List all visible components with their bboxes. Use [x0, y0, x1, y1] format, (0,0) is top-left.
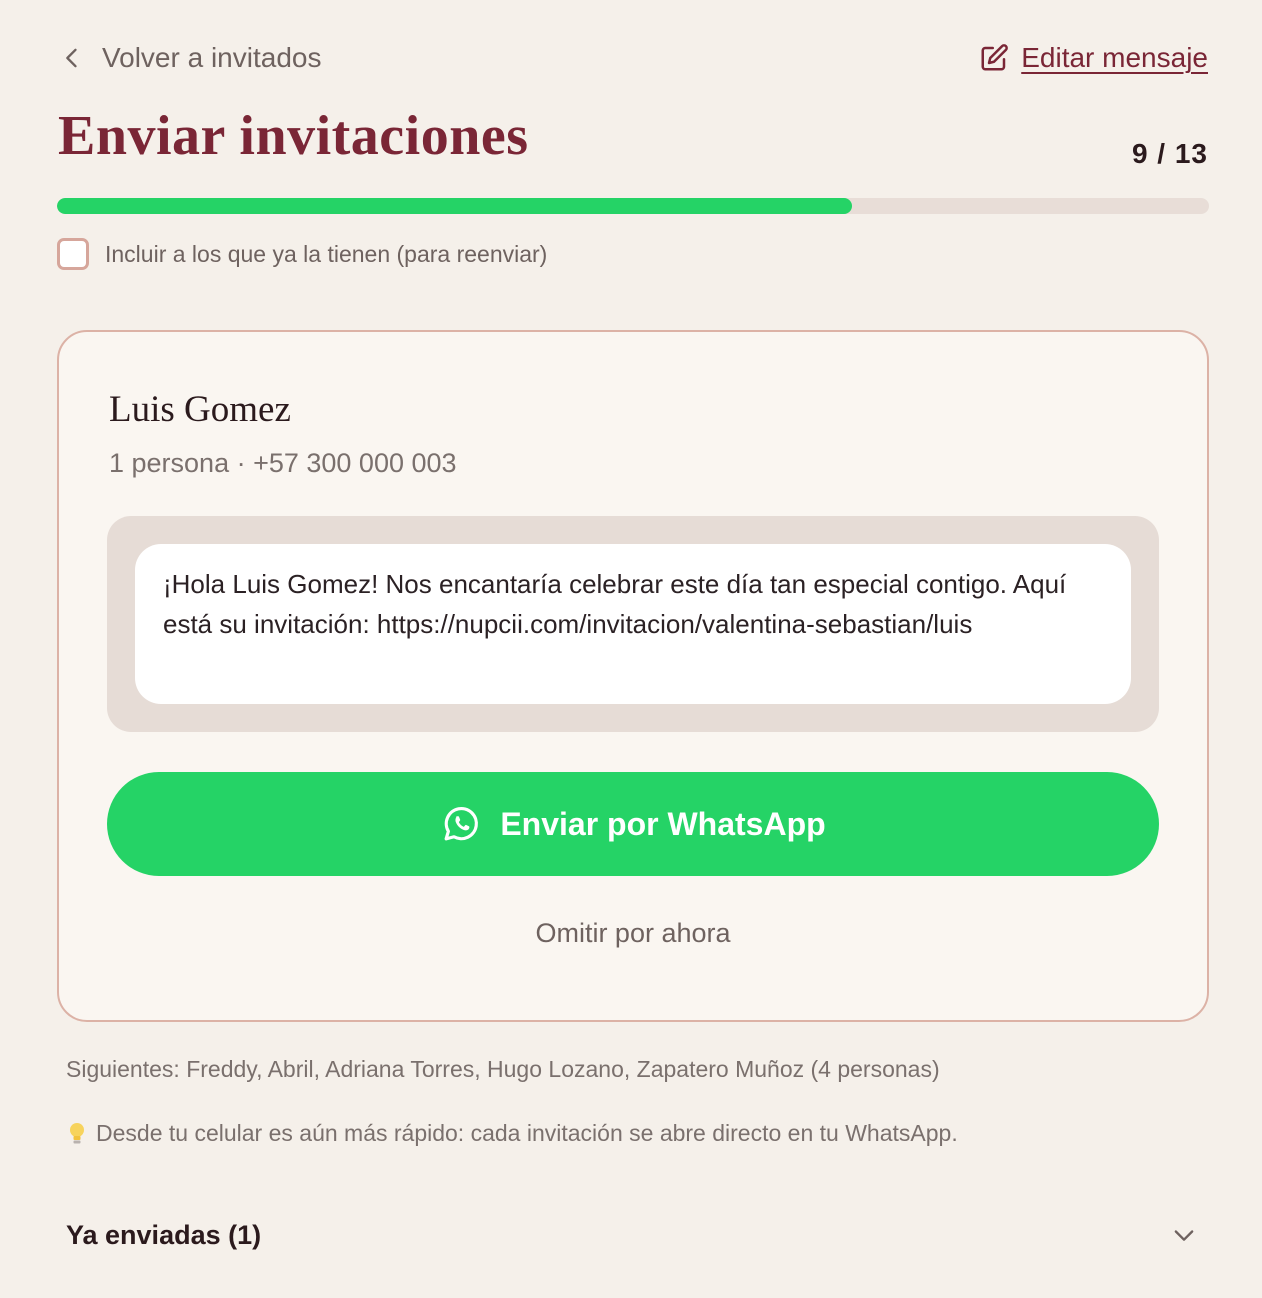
- message-preview: ¡Hola Luis Gomez! Nos encantaría celebra…: [107, 516, 1159, 732]
- edit-message-link[interactable]: Editar mensaje: [979, 38, 1208, 78]
- page-title: Enviar invitaciones: [58, 105, 529, 167]
- sent-invitations-toggle[interactable]: Ya enviadas (1): [66, 1212, 1206, 1258]
- progress-counter: 9 / 13: [1131, 138, 1208, 169]
- back-to-guests-link[interactable]: Volver a invitados: [58, 38, 321, 78]
- send-whatsapp-button[interactable]: Enviar por WhatsApp: [107, 772, 1159, 876]
- mobile-tip: Desde tu celular es aún más rápido: cada…: [66, 1120, 958, 1147]
- sent-invitations-title: Ya enviadas (1): [66, 1219, 262, 1250]
- include-resend-label: Incluir a los que ya la tienen (para ree…: [105, 240, 548, 267]
- chevron-left-icon: [66, 48, 77, 68]
- message-bubble: ¡Hola Luis Gomez! Nos encantaría celebra…: [135, 544, 1131, 704]
- mobile-tip-text: Desde tu celular es aún más rápido: cada…: [96, 1120, 958, 1146]
- guest-name: Luis Gomez: [109, 389, 291, 430]
- edit-message-label: Editar mensaje: [1021, 42, 1208, 73]
- skip-for-now-button[interactable]: Omitir por ahora: [59, 918, 1207, 949]
- back-link-label: Volver a invitados: [102, 42, 322, 73]
- chevron-down-icon: [1174, 1230, 1194, 1241]
- guest-details: 1 persona · +57 300 000 003: [109, 448, 457, 478]
- edit-icon: [981, 44, 1009, 71]
- progress-bar-fill: [57, 198, 852, 214]
- include-resend-checkbox[interactable]: [57, 238, 89, 270]
- include-resend-option[interactable]: Incluir a los que ya la tienen (para ree…: [57, 238, 547, 270]
- whatsapp-icon: [444, 807, 479, 841]
- current-guest-card: Luis Gomez 1 persona · +57 300 000 003 ¡…: [57, 330, 1209, 1022]
- lightbulb-icon: [70, 1122, 84, 1143]
- progress-bar: [57, 198, 1209, 214]
- send-invitations-page: Volver a invitados Editar mensaje Enviar…: [0, 0, 1262, 1298]
- send-whatsapp-label: Enviar por WhatsApp: [500, 805, 826, 842]
- upcoming-guests-text: Siguientes: Freddy, Abril, Adriana Torre…: [66, 1056, 940, 1082]
